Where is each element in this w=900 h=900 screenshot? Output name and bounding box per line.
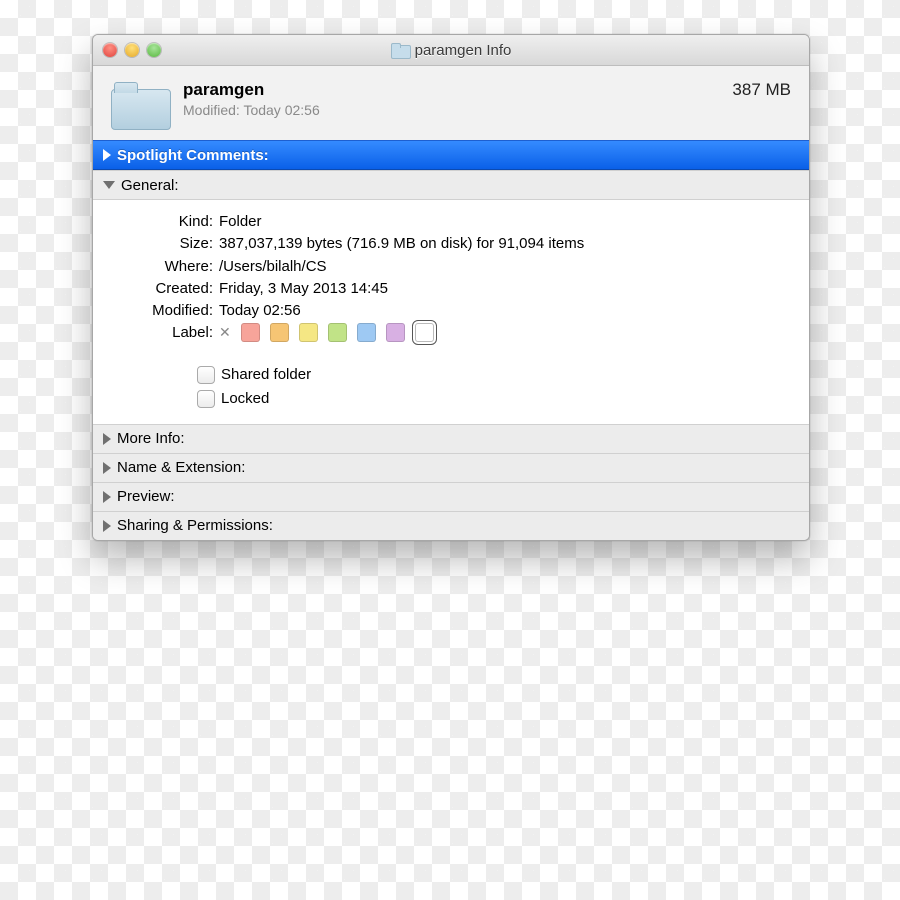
disclosure-right-icon (103, 433, 111, 445)
locked-label: Locked (221, 390, 269, 407)
section-label: Preview: (117, 488, 175, 505)
where-value: /Users/bilalh/CS (219, 257, 795, 277)
section-more-info[interactable]: More Info: (93, 424, 809, 454)
created-label: Created: (107, 279, 219, 299)
checkbox-icon[interactable] (197, 390, 215, 408)
section-name-extension[interactable]: Name & Extension: (93, 454, 809, 483)
disclosure-right-icon (103, 491, 111, 503)
minimize-button[interactable] (125, 43, 139, 57)
folder-icon (391, 43, 409, 57)
label-swatch-orange[interactable] (270, 323, 289, 342)
item-modified-line: Modified: Today 02:56 (183, 102, 720, 118)
window-title-text: paramgen Info (415, 42, 512, 59)
section-label: General: (121, 177, 179, 194)
size-label: Size: (107, 234, 219, 254)
label-swatch-green[interactable] (328, 323, 347, 342)
folder-icon[interactable] (111, 82, 169, 128)
info-window: paramgen Info paramgen Modified: Today 0… (92, 34, 810, 541)
label-swatch-yellow[interactable] (299, 323, 318, 342)
titlebar[interactable]: paramgen Info (93, 35, 809, 66)
general-body: Kind: Folder Size: 387,037,139 bytes (71… (93, 200, 809, 424)
summary-header: paramgen Modified: Today 02:56 387 MB (93, 66, 809, 140)
disclosure-right-icon (103, 520, 111, 532)
section-general[interactable]: General: (93, 170, 809, 200)
modified-label: Modified: (107, 301, 219, 321)
label-swatch-red[interactable] (241, 323, 260, 342)
window-controls (103, 43, 161, 57)
label-swatch-none[interactable] (415, 323, 434, 342)
item-size: 387 MB (732, 80, 791, 100)
section-label: Sharing & Permissions: (117, 517, 273, 534)
label-swatch-blue[interactable] (357, 323, 376, 342)
desktop-background: paramgen Info paramgen Modified: Today 0… (0, 0, 900, 900)
disclosure-right-icon (103, 462, 111, 474)
disclosure-right-icon (103, 149, 111, 161)
close-button[interactable] (103, 43, 117, 57)
label-swatch-purple[interactable] (386, 323, 405, 342)
where-label: Where: (107, 257, 219, 277)
checkbox-icon[interactable] (197, 366, 215, 384)
locked-row[interactable]: Locked (197, 390, 795, 408)
label-label: Label: (107, 323, 219, 343)
shared-folder-label: Shared folder (221, 366, 311, 383)
shared-folder-row[interactable]: Shared folder (197, 366, 795, 384)
section-label: Spotlight Comments: (117, 147, 269, 164)
label-clear-icon[interactable]: ✕ (219, 323, 231, 342)
section-label: Name & Extension: (117, 459, 245, 476)
window-title: paramgen Info (93, 42, 809, 59)
label-swatches: ✕ (219, 323, 795, 342)
kind-value: Folder (219, 212, 795, 232)
kind-label: Kind: (107, 212, 219, 232)
modified-value: Today 02:56 (219, 301, 795, 321)
size-value: 387,037,139 bytes (716.9 MB on disk) for… (219, 234, 795, 254)
section-spotlight-comments[interactable]: Spotlight Comments: (93, 140, 809, 170)
disclosure-down-icon (103, 181, 115, 189)
item-name: paramgen (183, 80, 720, 100)
section-sharing-permissions[interactable]: Sharing & Permissions: (93, 512, 809, 540)
zoom-button[interactable] (147, 43, 161, 57)
section-label: More Info: (117, 430, 185, 447)
section-preview[interactable]: Preview: (93, 483, 809, 512)
created-value: Friday, 3 May 2013 14:45 (219, 279, 795, 299)
